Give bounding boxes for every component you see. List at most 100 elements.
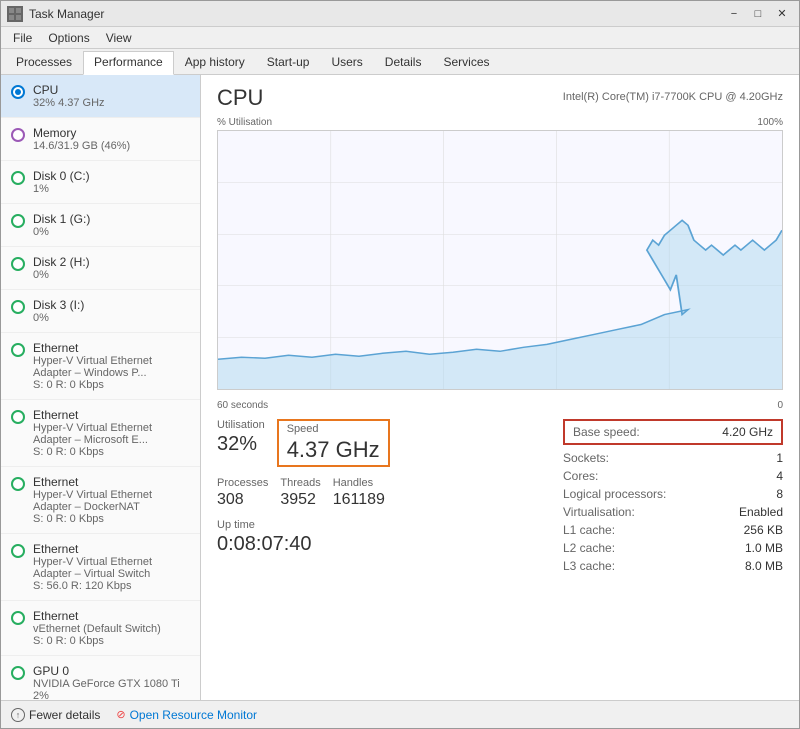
cores-row: Cores: 4	[563, 469, 783, 483]
sidebar-item-disk0[interactable]: Disk 0 (C:) 1%	[1, 161, 200, 204]
tab-app-history[interactable]: App history	[174, 51, 256, 74]
tab-users[interactable]: Users	[320, 51, 373, 74]
l2-value: 1.0 MB	[745, 541, 783, 555]
uptime-label: Up time	[217, 519, 547, 531]
sidebar-item-ethernet1[interactable]: Ethernet Hyper-V Virtual Ethernet Adapte…	[1, 333, 200, 400]
detail-subtitle: Intel(R) Core(TM) i7-7700K CPU @ 4.20GHz	[563, 91, 783, 103]
cpu-content: CPU 32% 4.37 GHz	[33, 83, 190, 109]
fewer-details-button[interactable]: ↑ Fewer details	[11, 708, 100, 722]
virtualisation-row: Virtualisation: Enabled	[563, 505, 783, 519]
stats-right: Base speed: 4.20 GHz Sockets: 1 Cores: 4…	[563, 419, 783, 577]
disk3-sub: 0%	[33, 312, 190, 324]
utilisation-block: Utilisation 32%	[217, 419, 265, 456]
chart-label-top: % Utilisation 100%	[217, 117, 783, 128]
sidebar-item-gpu0[interactable]: GPU 0 NVIDIA GeForce GTX 1080 Ti 2%	[1, 656, 200, 700]
ethernet2-sub2: S: 0 R: 0 Kbps	[33, 446, 190, 458]
speed-block-boxed: Speed 4.37 GHz	[277, 419, 390, 467]
sidebar-item-ethernet5[interactable]: Ethernet vEthernet (Default Switch) S: 0…	[1, 601, 200, 656]
ethernet4-sub2: S: 56.0 R: 120 Kbps	[33, 580, 190, 592]
tab-details[interactable]: Details	[374, 51, 433, 74]
virtualisation-label: Virtualisation:	[563, 505, 635, 519]
tabs-bar: Processes Performance App history Start-…	[1, 49, 799, 75]
sidebar-item-ethernet4[interactable]: Ethernet Hyper-V Virtual Ethernet Adapte…	[1, 534, 200, 601]
threads-block: Threads 3952	[280, 477, 320, 509]
sockets-value: 1	[776, 451, 783, 465]
ethernet2-content: Ethernet Hyper-V Virtual Ethernet Adapte…	[33, 408, 190, 458]
tab-services[interactable]: Services	[432, 51, 500, 74]
sidebar-item-memory[interactable]: Memory 14.6/31.9 GB (46%)	[1, 118, 200, 161]
l2-row: L2 cache: 1.0 MB	[563, 541, 783, 555]
ethernet1-sub2: S: 0 R: 0 Kbps	[33, 379, 190, 391]
processes-label: Processes	[217, 477, 268, 489]
sidebar-item-ethernet3[interactable]: Ethernet Hyper-V Virtual Ethernet Adapte…	[1, 467, 200, 534]
disk3-content: Disk 3 (I:) 0%	[33, 298, 190, 324]
threads-value: 3952	[280, 491, 320, 509]
sidebar-item-disk2[interactable]: Disk 2 (H:) 0%	[1, 247, 200, 290]
l3-value: 8.0 MB	[745, 559, 783, 573]
footer-bar: ↑ Fewer details ⊘ Open Resource Monitor	[1, 700, 799, 728]
utilisation-value: 32%	[217, 433, 265, 456]
logical-label: Logical processors:	[563, 487, 666, 501]
ethernet4-sub1: Hyper-V Virtual Ethernet Adapter – Virtu…	[33, 556, 190, 580]
ethernet5-sub1: vEthernet (Default Switch)	[33, 623, 190, 635]
sidebar-item-ethernet2[interactable]: Ethernet Hyper-V Virtual Ethernet Adapte…	[1, 400, 200, 467]
menu-file[interactable]: File	[5, 29, 40, 46]
open-resource-monitor-link[interactable]: ⊘ Open Resource Monitor	[116, 708, 257, 722]
ethernet2-title: Ethernet	[33, 408, 190, 422]
stats-section: Utilisation 32% Speed 4.37 GHz Processes…	[217, 419, 783, 577]
ethernet3-indicator	[11, 477, 25, 491]
disk0-title: Disk 0 (C:)	[33, 169, 190, 183]
fewer-details-label: Fewer details	[29, 708, 100, 722]
ethernet5-indicator	[11, 611, 25, 625]
sidebar-item-disk3[interactable]: Disk 3 (I:) 0%	[1, 290, 200, 333]
chart-y-max: 100%	[757, 117, 783, 128]
memory-sub: 14.6/31.9 GB (46%)	[33, 140, 190, 152]
chart-y-label: % Utilisation	[217, 117, 272, 128]
disk2-content: Disk 2 (H:) 0%	[33, 255, 190, 281]
logical-value: 8	[776, 487, 783, 501]
ethernet2-sub1: Hyper-V Virtual Ethernet Adapter – Micro…	[33, 422, 190, 446]
base-speed-value: 4.20 GHz	[722, 425, 773, 439]
stats-left: Utilisation 32% Speed 4.37 GHz Processes…	[217, 419, 547, 577]
ethernet4-indicator	[11, 544, 25, 558]
memory-indicator	[11, 128, 25, 142]
disk1-title: Disk 1 (G:)	[33, 212, 190, 226]
cores-label: Cores:	[563, 469, 598, 483]
ethernet1-indicator	[11, 343, 25, 357]
menu-view[interactable]: View	[98, 29, 140, 46]
maximize-button[interactable]: □	[747, 5, 769, 23]
main-content: CPU 32% 4.37 GHz Memory 14.6/31.9 GB (46…	[1, 75, 799, 700]
menu-options[interactable]: Options	[40, 29, 97, 46]
l3-row: L3 cache: 8.0 MB	[563, 559, 783, 573]
sockets-label: Sockets:	[563, 451, 609, 465]
title-bar-left: Task Manager	[7, 6, 104, 22]
close-button[interactable]: ✕	[771, 5, 793, 23]
ethernet3-content: Ethernet Hyper-V Virtual Ethernet Adapte…	[33, 475, 190, 525]
disk0-indicator	[11, 171, 25, 185]
sidebar-item-cpu[interactable]: CPU 32% 4.37 GHz	[1, 75, 200, 118]
chart-x-label-left: 60 seconds	[217, 400, 268, 411]
ethernet5-content: Ethernet vEthernet (Default Switch) S: 0…	[33, 609, 190, 647]
handles-label: Handles	[333, 477, 385, 489]
open-resource-monitor-label: Open Resource Monitor	[130, 708, 257, 722]
disk1-indicator	[11, 214, 25, 228]
tab-startup[interactable]: Start-up	[256, 51, 321, 74]
tab-performance[interactable]: Performance	[83, 51, 174, 75]
gpu0-content: GPU 0 NVIDIA GeForce GTX 1080 Ti 2%	[33, 664, 190, 700]
minimize-button[interactable]: −	[723, 5, 745, 23]
cpu-indicator	[11, 85, 25, 99]
resource-monitor-icon: ⊘	[116, 708, 125, 721]
gpu0-indicator	[11, 666, 25, 680]
ethernet2-indicator	[11, 410, 25, 424]
l2-label: L2 cache:	[563, 541, 615, 555]
cpu-chart	[217, 130, 783, 390]
l1-value: 256 KB	[744, 523, 783, 537]
disk3-title: Disk 3 (I:)	[33, 298, 190, 312]
ethernet1-sub1: Hyper-V Virtual Ethernet Adapter – Windo…	[33, 355, 190, 379]
disk1-content: Disk 1 (G:) 0%	[33, 212, 190, 238]
disk3-indicator	[11, 300, 25, 314]
sockets-row: Sockets: 1	[563, 451, 783, 465]
tab-processes[interactable]: Processes	[5, 51, 83, 74]
disk2-title: Disk 2 (H:)	[33, 255, 190, 269]
sidebar-item-disk1[interactable]: Disk 1 (G:) 0%	[1, 204, 200, 247]
